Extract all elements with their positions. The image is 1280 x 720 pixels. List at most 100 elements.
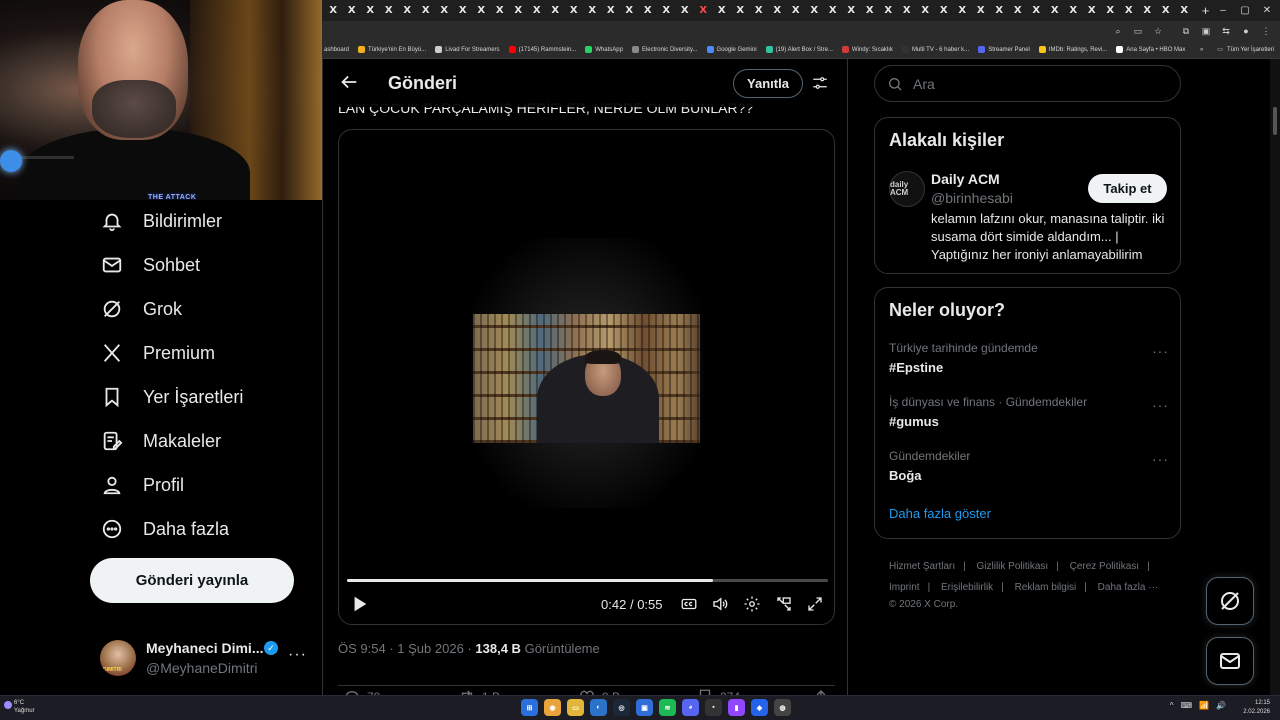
like-action[interactable]: 9 B (578, 688, 620, 695)
person-handle[interactable]: @birinhesabi (931, 190, 1013, 206)
browser-tab[interactable]: X (657, 0, 676, 21)
repost-action[interactable]: 1 B (458, 688, 500, 695)
sidebar-item-profile[interactable]: Profil (100, 470, 184, 500)
browser-tab[interactable]: X (676, 0, 695, 21)
browser-tab[interactable]: X (620, 0, 639, 21)
app-icon[interactable]: ◆ (751, 699, 768, 716)
browser-tab[interactable]: X (454, 0, 473, 21)
captions-icon[interactable] (679, 594, 699, 614)
sidebar-item-more[interactable]: Daha fazla (100, 514, 229, 544)
browser-tab[interactable]: X (879, 0, 898, 21)
app-icon[interactable]: ▪ (705, 699, 722, 716)
discord-icon[interactable]: ◕ (682, 699, 699, 716)
browser-tab[interactable]: X (953, 0, 972, 21)
bookmarks-overflow-button[interactable]: » (1200, 47, 1203, 53)
zoom-icon[interactable]: ⌕ (1110, 23, 1126, 39)
browser-tab[interactable]: X (583, 0, 602, 21)
browser-tab[interactable]: X (750, 0, 769, 21)
browser-tab[interactable]: X (694, 0, 713, 21)
star-icon[interactable]: ☆ (1150, 23, 1166, 39)
filter-settings-icon[interactable] (811, 74, 829, 92)
reply-button[interactable]: Yanıtla (733, 69, 803, 98)
edge-icon[interactable]: ◐ (590, 699, 607, 716)
trend-item[interactable]: İş dünyası ve finans · Gündemdekiler #gu… (889, 395, 1169, 435)
browser-tab[interactable]: X (1027, 0, 1046, 21)
sidebar-item-notifications[interactable]: Bildirimler (100, 206, 222, 236)
extensions-icon[interactable]: ⧉ (1178, 23, 1194, 39)
sidebar-item-bookmarks[interactable]: Yer İşaretleri (100, 382, 243, 412)
profile-avatar-icon[interactable]: ● (1238, 23, 1254, 39)
browser-tab[interactable]: X (1157, 0, 1176, 21)
bookmark-item[interactable]: Ana Sayfa • HBO Max (1116, 46, 1185, 53)
browser-tab[interactable]: X (990, 0, 1009, 21)
browser-tab[interactable]: X (398, 0, 417, 21)
sidebar-item-grok[interactable]: Grok (100, 294, 182, 324)
steam-icon[interactable]: ◎ (613, 699, 630, 716)
chrome-icon[interactable]: ◉ (544, 699, 561, 716)
cast-icon[interactable]: ▭ (1130, 23, 1146, 39)
bookmark-item[interactable]: Google Gemini (706, 46, 757, 53)
footer-link[interactable]: Daha fazla ··· (1098, 582, 1159, 593)
browser-tab[interactable]: X (787, 0, 806, 21)
sidebar-item-chat[interactable]: Sohbet (100, 250, 200, 280)
footer-link[interactable]: Reklam bilgisi (1015, 582, 1077, 593)
menu-icon[interactable]: ⋮ (1258, 23, 1274, 39)
close-window-button[interactable]: ✕ (1254, 0, 1280, 21)
grok-fab-button[interactable] (1206, 577, 1254, 625)
browser-tab[interactable]: X (639, 0, 658, 21)
search-box[interactable] (874, 65, 1181, 102)
bookmark-item[interactable]: IMDb: Ratings, Revi... (1038, 46, 1107, 53)
volume-icon[interactable] (710, 594, 730, 614)
footer-link[interactable]: Hizmet Şartları (889, 561, 955, 572)
browser-tab[interactable]: X (491, 0, 510, 21)
browser-tab[interactable]: X (972, 0, 991, 21)
scrollbar[interactable] (1270, 59, 1280, 695)
messages-fab-button[interactable] (1206, 637, 1254, 685)
browser-tab[interactable]: X (602, 0, 621, 21)
browser-tab[interactable]: X (731, 0, 750, 21)
browser-tab[interactable]: X (1175, 0, 1194, 21)
video-player[interactable]: 0:42 / 0:55 (338, 129, 835, 625)
footer-link[interactable]: Gizlilik Politikası (977, 561, 1049, 572)
reply-action[interactable]: 78 (343, 688, 380, 695)
all-bookmarks-link[interactable]: Tüm Yer İşaretleri (1227, 47, 1274, 53)
browser-tab[interactable]: X (1101, 0, 1120, 21)
show-more-link[interactable]: Daha fazla göster (889, 506, 991, 521)
post-button[interactable]: Gönderi yayınla (90, 558, 294, 603)
fullscreen-icon[interactable] (805, 594, 825, 614)
browser-tab[interactable]: X (768, 0, 787, 21)
footer-link[interactable]: Imprint (889, 582, 920, 593)
person-name[interactable]: Daily ACM (931, 171, 1000, 187)
browser-tab[interactable]: X (861, 0, 880, 21)
bookmark-item[interactable]: WhatsApp (585, 46, 623, 53)
browser-tab[interactable]: X (435, 0, 454, 21)
browser-tab[interactable]: X (380, 0, 399, 21)
start-icon[interactable]: ⊞ (521, 699, 538, 716)
browser-tab[interactable]: X (916, 0, 935, 21)
play-icon[interactable] (349, 594, 369, 614)
twitch-icon[interactable]: ▮ (728, 699, 745, 716)
browser-tab[interactable]: X (1138, 0, 1157, 21)
picture-in-picture-icon[interactable] (774, 594, 794, 614)
sidebar-item-premium[interactable]: Premium (100, 338, 215, 368)
obs-icon[interactable]: ◍ (774, 699, 791, 716)
browser-tab[interactable]: X (1083, 0, 1102, 21)
browser-tab[interactable]: X (1120, 0, 1139, 21)
bookmark-item[interactable]: Türkiye'nin En Büyü... (358, 46, 426, 53)
bookmark-item[interactable]: (19) Alert Box / Stre... (765, 46, 833, 53)
browser-tab[interactable]: X (546, 0, 565, 21)
spotify-icon[interactable]: ≋ (659, 699, 676, 716)
browser-tab[interactable]: X (805, 0, 824, 21)
account-more-icon[interactable]: ··· (288, 646, 307, 664)
bookmark-item[interactable]: Windy: Sıcaklık (841, 46, 893, 53)
browser-tab[interactable]: X (842, 0, 861, 21)
trend-item[interactable]: Gündemdekiler Boğa ··· (889, 449, 1169, 489)
browser-tab[interactable]: X (343, 0, 362, 21)
bookmark-item[interactable]: Electronic Diversity... (631, 46, 698, 53)
trend-more-icon[interactable]: ··· (1152, 451, 1169, 467)
browser-tab[interactable]: X (509, 0, 528, 21)
folder-icon[interactable]: ▭ (567, 699, 584, 716)
footer-link[interactable]: Çerez Politikası (1070, 561, 1139, 572)
browser-tab[interactable]: X (824, 0, 843, 21)
browser-tab[interactable]: X (528, 0, 547, 21)
